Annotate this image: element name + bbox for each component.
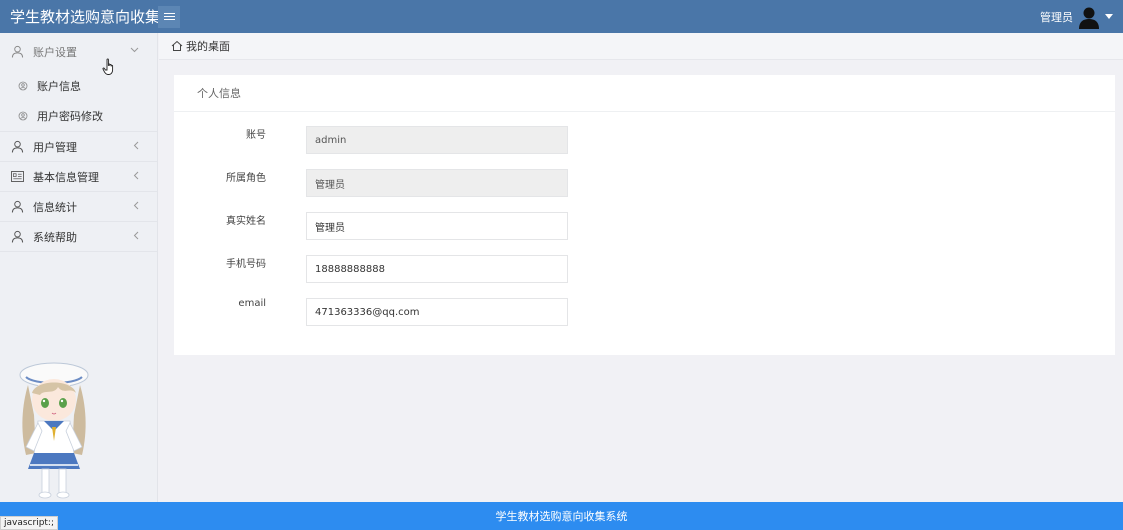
footer-text: 学生教材选购意向收集系统 [495,510,628,523]
sidebar-item-statistics[interactable]: 信息统计 [0,192,157,222]
chevron-left-icon [133,171,139,183]
form-row-email: email [174,298,266,309]
form-label: 手机号码 [226,259,266,270]
caret-down-icon[interactable] [1105,14,1113,19]
sidebar-subitem-password-change[interactable]: 用户密码修改 [0,101,157,132]
id-card-icon [10,170,24,184]
sidebar-item-label: 用户管理 [33,140,77,154]
sidebar-subitem-label: 用户密码修改 [37,110,103,123]
form-row-real-name: 真实姓名 [174,212,266,227]
form-row-role: 所属角色 [174,169,266,184]
phone-field[interactable] [306,255,568,283]
sidebar-item-account-settings[interactable]: 账户设置 [0,33,157,70]
sidebar-subitem-account-info[interactable]: 账户信息 [0,70,157,101]
breadcrumb: 我的桌面 [159,33,1123,60]
form-row-account: 账号 [174,126,266,141]
chevron-left-icon [133,231,139,243]
real-name-field[interactable] [306,212,568,240]
home-icon[interactable] [171,40,183,52]
chevron-down-icon [130,45,139,56]
circle-user-icon [18,81,28,90]
role-field[interactable] [306,169,568,197]
sidebar-item-system-help[interactable]: 系统帮助 [0,222,157,252]
user-icon [10,45,24,59]
footer: 学生教材选购意向收集系统 [0,502,1123,530]
chevron-left-icon [133,201,139,213]
account-field[interactable] [306,126,568,154]
sidebar-item-label: 信息统计 [33,200,77,214]
user-name[interactable]: 管理员 [1040,9,1073,25]
app-title: 学生教材选购意向收集系 [10,8,158,26]
sidebar-item-label: 账户设置 [33,45,77,59]
hand-cursor-icon [102,58,114,75]
form-label: email [238,298,266,309]
chevron-left-icon [133,141,139,153]
form-label: 真实姓名 [226,216,266,227]
form-label: 账号 [246,130,266,141]
status-bar-url: javascript:; [0,516,59,530]
form-row-phone: 手机号码 [174,255,266,270]
menu-toggle-button[interactable] [158,5,180,28]
user-icon [10,200,24,214]
form-label: 所属角色 [226,173,266,184]
top-header: 学生教材选购意向收集系 管理员 [0,0,1123,33]
panel-title: 个人信息 [174,75,1115,112]
user-icon [10,230,24,244]
sidebar-item-label: 基本信息管理 [33,170,99,184]
hamburger-icon [163,16,175,17]
user-avatar-icon[interactable] [1077,5,1101,29]
mascot-image [19,362,89,499]
breadcrumb-home-link[interactable]: 我的桌面 [186,38,230,54]
email-field[interactable] [306,298,568,326]
sidebar: 账户设置 账户信息 用户密码修改 用户管理 基本信息管理 信息统计 系统帮助 [0,33,158,502]
sidebar-item-user-management[interactable]: 用户管理 [0,132,157,162]
sidebar-item-label: 系统帮助 [33,230,77,244]
circle-user-icon [18,111,28,121]
sidebar-subitem-label: 账户信息 [37,79,81,93]
personal-info-panel: 个人信息 账号 所属角色 真实姓名 手机号码 email [174,75,1115,355]
sidebar-item-basic-info-management[interactable]: 基本信息管理 [0,162,157,192]
user-menu[interactable]: 管理员 [1040,0,1113,33]
user-icon [10,140,24,154]
